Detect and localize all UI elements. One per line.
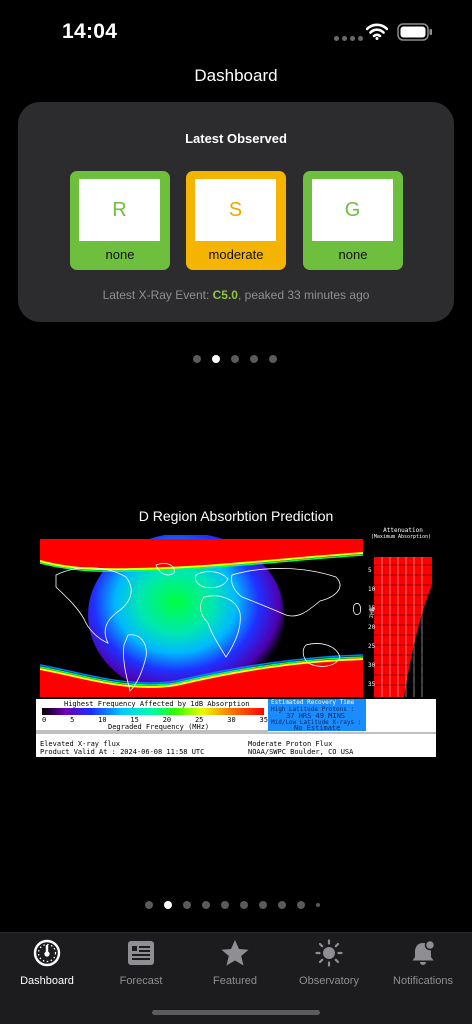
newspaper-icon bbox=[128, 941, 154, 965]
page-dot[interactable] bbox=[221, 901, 229, 909]
xray-suffix: , peaked 33 minutes ago bbox=[237, 288, 370, 302]
cellular-signal-icon bbox=[334, 36, 363, 41]
battery-icon bbox=[397, 23, 432, 41]
page-dot[interactable] bbox=[145, 901, 153, 909]
radio-blackout-scale[interactable]: R none bbox=[70, 171, 170, 270]
tab-forecast[interactable]: Forecast bbox=[94, 939, 188, 989]
drap-title: D Region Absorbtion Prediction bbox=[138, 508, 334, 524]
page-dot[interactable] bbox=[231, 355, 239, 363]
star-icon bbox=[221, 940, 249, 966]
legend-title: Highest Frequency Affected by 1dB Absorp… bbox=[64, 700, 250, 708]
latest-observed-title: Latest Observed bbox=[185, 131, 287, 146]
page-dot[interactable] bbox=[202, 901, 210, 909]
bell-badge-icon bbox=[412, 939, 436, 965]
solar-radiation-scale[interactable]: S moderate bbox=[186, 171, 286, 270]
tab-label: Dashboard bbox=[20, 975, 74, 987]
home-indicator bbox=[152, 1010, 320, 1015]
status-bar: 14:04 bbox=[0, 0, 472, 60]
tab-notifications[interactable]: Notifications bbox=[376, 939, 470, 989]
drap-map-image[interactable]: Attenuation (Maximum Absorption) 5 10 15 20… bbox=[36, 528, 436, 757]
geomagnetic-storm-scale[interactable]: G none bbox=[303, 171, 403, 270]
scale-level: none bbox=[338, 247, 368, 262]
wifi-icon bbox=[366, 23, 388, 40]
xray-prefix: Latest X-Ray Event: bbox=[102, 288, 213, 302]
mhz-ticks: 5 10 15 20 25 30 35 bbox=[368, 567, 376, 688]
page-dot[interactable] bbox=[259, 901, 267, 909]
page-dot[interactable] bbox=[297, 901, 305, 909]
footer-right-1: Moderate Proton Flux bbox=[248, 740, 333, 748]
scale-level: moderate bbox=[208, 247, 264, 262]
sun-icon bbox=[315, 939, 343, 967]
dashboard-page-indicator[interactable] bbox=[193, 355, 277, 363]
tab-label: Featured bbox=[212, 975, 258, 987]
tab-label: Observatory bbox=[299, 975, 359, 987]
scale-letter: R bbox=[79, 179, 160, 241]
page-dot[interactable] bbox=[316, 903, 320, 907]
page-title: Dashboard bbox=[194, 66, 278, 85]
page-dot[interactable] bbox=[250, 355, 258, 363]
page-dot[interactable] bbox=[240, 901, 248, 909]
legend-xlabel: Degraded Frequency (MHz) bbox=[108, 723, 210, 731]
page-dot[interactable] bbox=[269, 355, 277, 363]
db-label: dB bbox=[394, 709, 403, 717]
footer-right-2: NOAA/SWPC Boulder, CO USA bbox=[248, 748, 354, 756]
page-dot-active[interactable] bbox=[164, 901, 172, 909]
tab-observatory[interactable]: Observatory bbox=[282, 939, 376, 989]
xray-class: C5.0 bbox=[212, 288, 238, 302]
scale-level: none bbox=[105, 247, 135, 262]
recovery-title: Estimated Recovery Time bbox=[271, 699, 355, 706]
gauge-icon bbox=[33, 939, 61, 967]
page-dot-active[interactable] bbox=[212, 355, 220, 363]
scale-letter: G bbox=[312, 179, 393, 241]
scale-letter: S bbox=[195, 179, 276, 241]
tab-label: Forecast bbox=[119, 975, 163, 987]
tab-dashboard[interactable]: Dashboard bbox=[0, 939, 94, 989]
image-page-indicator[interactable] bbox=[145, 901, 320, 909]
mhz-label: MHz bbox=[367, 607, 375, 619]
page-dot[interactable] bbox=[193, 355, 201, 363]
tab-label: Notifications bbox=[393, 975, 453, 987]
page-dot[interactable] bbox=[278, 901, 286, 909]
footer-left-2: Product Valid At : 2024-06-08 11:58 UTC bbox=[40, 748, 205, 756]
footer-left-1: Elevated X-ray flux bbox=[40, 740, 121, 748]
xray-event-text: Latest X-Ray Event: C5.0, peaked 33 minu… bbox=[18, 288, 454, 302]
db-ticks: 0 5 10 15 20 25 30 35 bbox=[372, 699, 436, 705]
page-dot[interactable] bbox=[183, 901, 191, 909]
recovery-mid-value: No Estimate bbox=[294, 724, 341, 732]
tab-featured[interactable]: Featured bbox=[188, 939, 282, 989]
attenuation-subtitle: (Maximum Absorption) bbox=[370, 534, 432, 540]
latest-observed-card[interactable]: Latest Observed R none S moderate G none… bbox=[18, 102, 454, 322]
status-time: 14:04 bbox=[62, 20, 118, 43]
